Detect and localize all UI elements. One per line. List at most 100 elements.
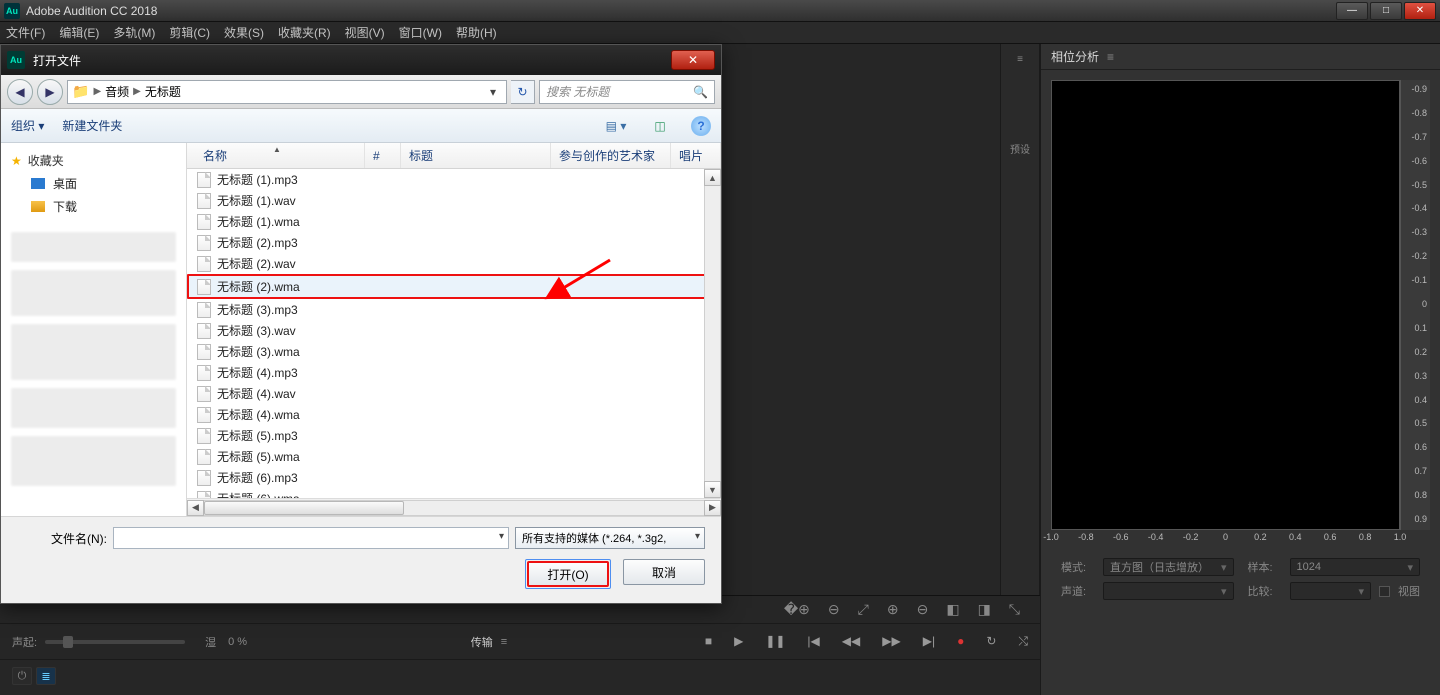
phase-panel-menu-icon[interactable]: ≡	[1107, 50, 1114, 64]
menu-effects[interactable]: 效果(S)	[224, 24, 264, 41]
sidebar-item-desktop[interactable]: 桌面	[1, 172, 186, 195]
file-row[interactable]: 无标题 (4).wma	[187, 404, 721, 425]
channel-select[interactable]	[1103, 582, 1234, 600]
zoom-in-v-icon[interactable]: ⊕	[887, 601, 899, 618]
menu-view[interactable]: 视图(V)	[345, 24, 385, 41]
mode-select[interactable]: 直方图（日志增放）	[1103, 558, 1234, 576]
menu-window[interactable]: 窗口(W)	[399, 24, 442, 41]
help-button[interactable]: ?	[691, 116, 711, 136]
transport-play-icon[interactable]: ▶	[734, 634, 743, 649]
file-row[interactable]: 无标题 (1).wav	[187, 190, 721, 211]
address-dropdown-icon[interactable]: ▾	[484, 85, 502, 99]
file-row[interactable]: 无标题 (2).wav	[187, 253, 721, 274]
transport-pause-icon[interactable]: ❚❚	[765, 634, 785, 649]
file-row[interactable]: 无标题 (6).wma	[187, 488, 721, 498]
file-row[interactable]: 无标题 (4).wav	[187, 383, 721, 404]
file-name: 无标题 (3).wav	[217, 322, 296, 339]
view-checkbox[interactable]	[1379, 586, 1390, 597]
scroll-down-icon[interactable]: ▼	[704, 481, 721, 498]
sidebar-favorites-header[interactable]: ★ 收藏夹	[1, 149, 186, 172]
scroll-left-icon[interactable]: ◀	[187, 500, 204, 516]
menu-help[interactable]: 帮助(H)	[456, 24, 497, 41]
menu-favorites[interactable]: 收藏夹(R)	[278, 24, 331, 41]
phase-panel-title: 相位分析	[1051, 48, 1099, 65]
search-input[interactable]: 搜索 无标题 🔍	[539, 80, 715, 104]
zoom-out-h-icon[interactable]: ⊖	[828, 601, 840, 618]
file-row[interactable]: 无标题 (5).mp3	[187, 425, 721, 446]
file-row[interactable]: 无标题 (1).mp3	[187, 169, 721, 190]
address-bar[interactable]: 📁 ▶ 音频 ▶ 无标题 ▾	[67, 80, 507, 104]
window-maximize-button[interactable]: □	[1370, 2, 1402, 20]
nav-refresh-button[interactable]: ↻	[511, 80, 535, 104]
breadcrumb-seg2[interactable]: 无标题	[145, 83, 181, 100]
samples-select[interactable]: 1024	[1290, 558, 1421, 576]
transport-stop-icon[interactable]: ■	[705, 634, 712, 649]
transport-skip-back-icon[interactable]: |◀	[807, 634, 819, 649]
transport-record-icon[interactable]: ●	[957, 634, 964, 649]
zoom-all-icon[interactable]: ⤡	[1009, 601, 1020, 618]
file-row[interactable]: 无标题 (1).wma	[187, 211, 721, 232]
zoom-sel2-icon[interactable]: ◨	[978, 601, 991, 618]
dialog-close-button[interactable]: ✕	[671, 50, 715, 70]
file-row[interactable]: 无标题 (3).wav	[187, 320, 721, 341]
zoom-sel-icon[interactable]: ◧	[946, 601, 959, 618]
file-name: 无标题 (2).wav	[217, 255, 296, 272]
filetype-select[interactable]: 所有支持的媒体 (*.264, *.3g2,	[515, 527, 705, 549]
file-list-vscroll[interactable]: ▲ ▼	[704, 169, 721, 498]
file-row[interactable]: 无标题 (3).wma	[187, 341, 721, 362]
open-button[interactable]: 打开(O)	[527, 561, 609, 587]
transport-skip-icon[interactable]: ⤭	[1018, 634, 1028, 649]
window-close-button[interactable]: ✕	[1404, 2, 1436, 20]
column-album[interactable]: 唱片	[671, 143, 721, 168]
zoom-out-v-icon[interactable]: ⊖	[917, 601, 929, 618]
zoom-fit-icon[interactable]: ⤢	[858, 601, 869, 618]
file-list-hscroll[interactable]: ◀ ▶	[187, 498, 721, 516]
transport-skip-fwd-icon[interactable]: ▶|	[923, 634, 935, 649]
window-minimize-button[interactable]: —	[1336, 2, 1368, 20]
file-row[interactable]: 无标题 (6).mp3	[187, 467, 721, 488]
sidebar-item-downloads[interactable]: 下载	[1, 195, 186, 218]
file-row[interactable]: 无标题 (3).mp3	[187, 299, 721, 320]
organize-menu[interactable]: 组织	[11, 117, 44, 134]
column-title[interactable]: 标题	[401, 143, 551, 168]
mid-preview-label: 预设	[1010, 141, 1030, 156]
preview-pane-button[interactable]: ◫	[647, 115, 673, 137]
file-name: 无标题 (5).wma	[217, 448, 300, 465]
star-icon: ★	[11, 154, 22, 168]
hscroll-thumb[interactable]	[204, 501, 404, 515]
list-toggle-button[interactable]: ≣	[36, 667, 56, 685]
menu-multitrack[interactable]: 多轨(M)	[113, 24, 155, 41]
menu-clip[interactable]: 剪辑(C)	[169, 24, 210, 41]
search-icon[interactable]: 🔍	[693, 85, 708, 99]
zoom-in-h-icon[interactable]: �⊕	[784, 601, 810, 618]
lower-toolbar: �⊕ ⊖ ⤢ ⊕ ⊖ ◧ ◨ ⤡ 声起: 湿 0 % 传输 ≡ ■ ▶ ❚❚ |…	[0, 595, 1040, 695]
transport-rewind-icon[interactable]: ◀◀	[842, 634, 860, 649]
scroll-right-icon[interactable]: ▶	[704, 500, 721, 516]
view-mode-button[interactable]: ▤ ▾	[603, 115, 629, 137]
column-artist[interactable]: 参与创作的艺术家	[551, 143, 671, 168]
file-list[interactable]: 无标题 (1).mp3无标题 (1).wav无标题 (1).wma无标题 (2)…	[187, 169, 721, 498]
filename-label: 文件名(N):	[17, 530, 107, 547]
menu-edit[interactable]: 编辑(E)	[59, 24, 99, 41]
power-button[interactable]: ⏻	[12, 667, 32, 685]
cancel-button[interactable]: 取消	[623, 559, 705, 585]
new-folder-button[interactable]: 新建文件夹	[62, 117, 122, 134]
breadcrumb-seg1[interactable]: 音频	[105, 83, 129, 100]
volume-slider[interactable]	[45, 640, 185, 644]
column-num[interactable]: #	[365, 143, 401, 168]
transport-ffwd-icon[interactable]: ▶▶	[882, 634, 900, 649]
nav-forward-button[interactable]: ▶	[37, 79, 63, 105]
file-row[interactable]: 无标题 (5).wma	[187, 446, 721, 467]
nav-back-button[interactable]: ◀	[7, 79, 33, 105]
file-row[interactable]: 无标题 (2).mp3	[187, 232, 721, 253]
file-row[interactable]: 无标题 (4).mp3	[187, 362, 721, 383]
dialog-nav-bar: ◀ ▶ 📁 ▶ 音频 ▶ 无标题 ▾ ↻ 搜索 无标题 🔍	[1, 75, 721, 109]
menu-file[interactable]: 文件(F)	[6, 24, 45, 41]
scroll-up-icon[interactable]: ▲	[704, 169, 721, 186]
compare-select[interactable]	[1290, 582, 1372, 600]
filename-input[interactable]	[113, 527, 509, 549]
transfer-menu-icon[interactable]: ≡	[501, 636, 507, 648]
transport-loop-icon[interactable]: ↻	[986, 634, 996, 649]
file-row[interactable]: 无标题 (2).wma	[187, 274, 721, 299]
mid-strip-menu-icon[interactable]: ≡	[1017, 54, 1023, 65]
